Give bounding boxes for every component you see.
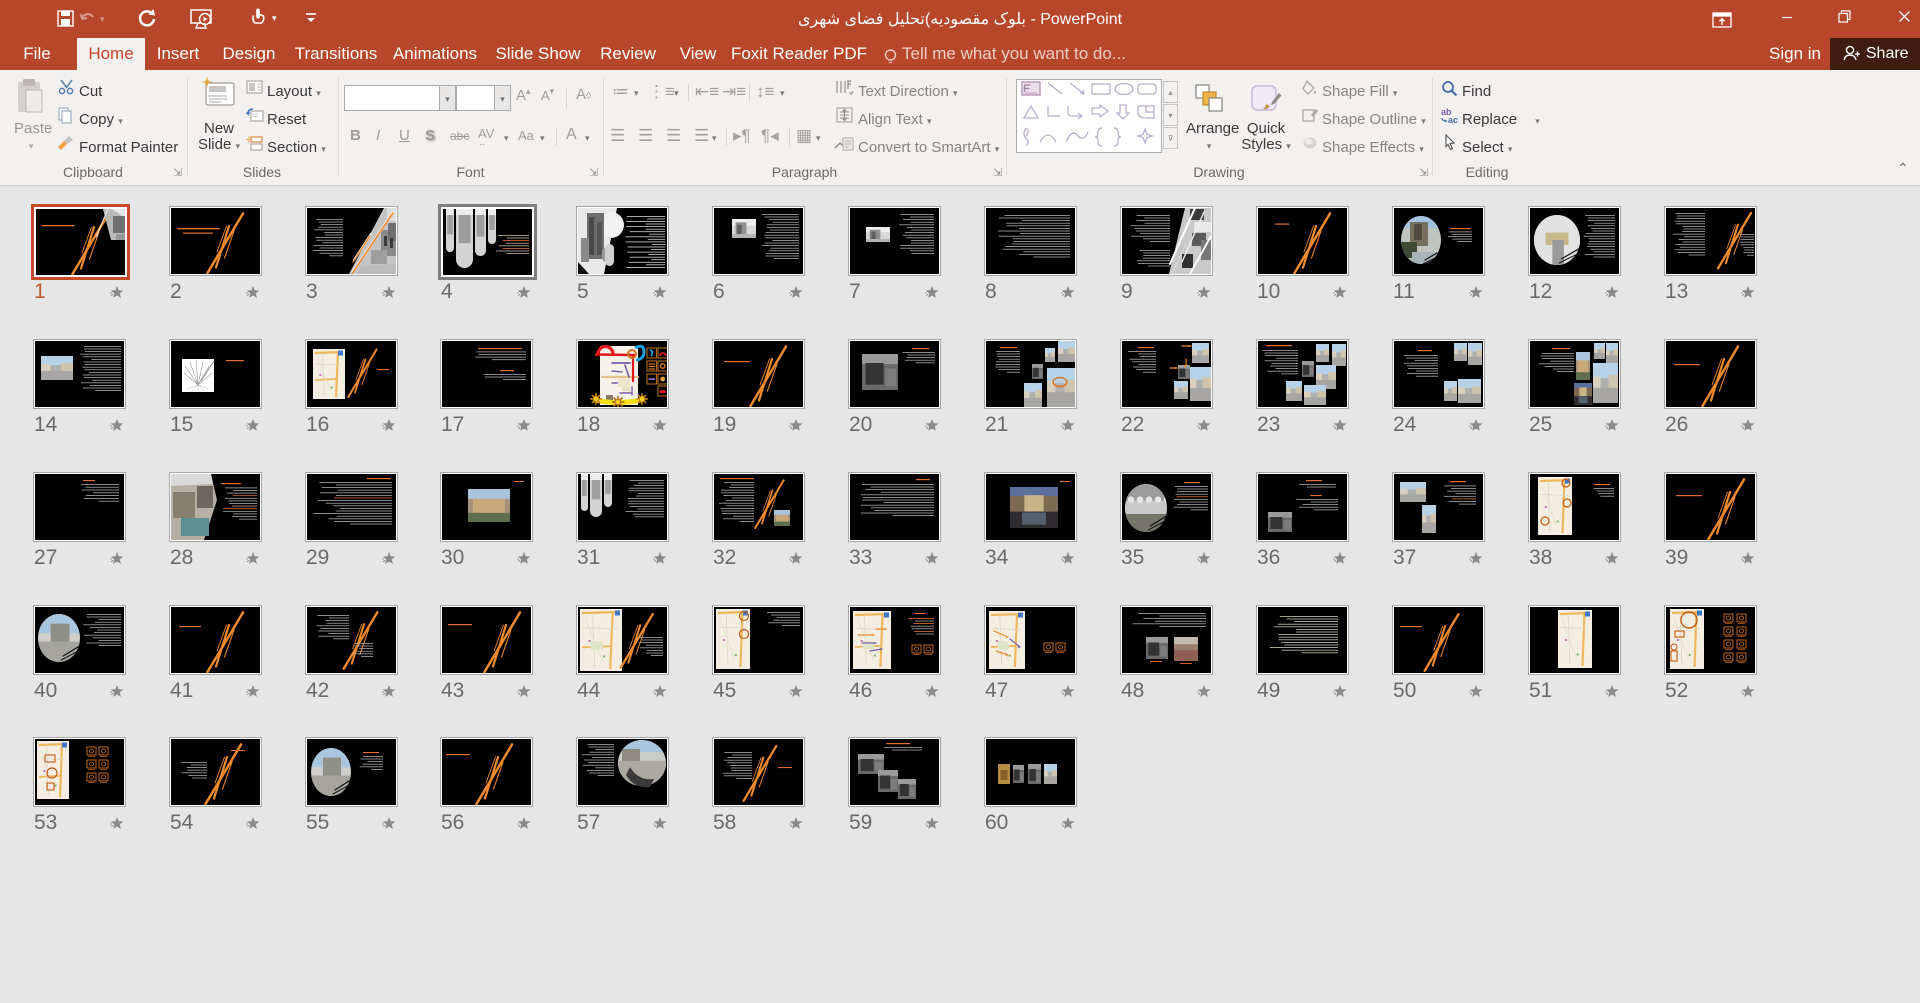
svg-text:ac: ac bbox=[1448, 115, 1458, 125]
